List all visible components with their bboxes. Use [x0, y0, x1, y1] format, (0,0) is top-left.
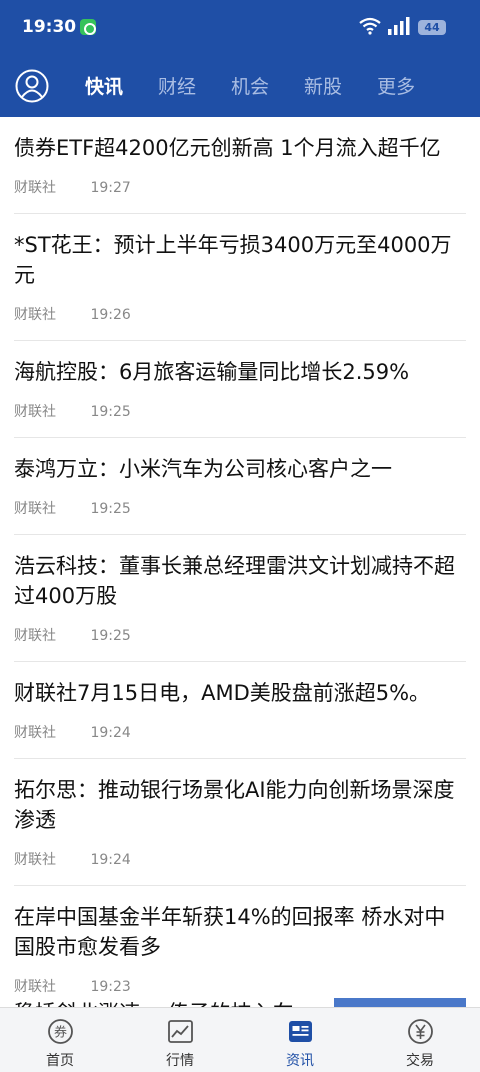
- tab-xingu[interactable]: 新股: [304, 73, 342, 101]
- news-title-partial[interactable]: 稳插斜北涨速 一传子的技入车: [14, 997, 294, 1007]
- nav-home[interactable]: 券 首页: [0, 1008, 120, 1072]
- news-meta: 财联社 19:26: [14, 304, 466, 340]
- coupon-icon: 券: [48, 1019, 73, 1044]
- nav-news[interactable]: 资讯: [240, 1008, 360, 1072]
- news-time: 19:25: [90, 404, 131, 420]
- news-item[interactable]: 财联社7月15日电，AMD美股盘前涨超5%。 财联社 19:24: [14, 662, 466, 759]
- news-title: *ST花王：预计上半年亏损3400万元至4000万元: [14, 233, 452, 287]
- news-source: 财联社: [14, 404, 56, 420]
- news-source: 财联社: [14, 852, 56, 868]
- news-meta: 财联社 19:25: [14, 625, 466, 661]
- news-title: 浩云科技：董事长兼总经理雷洪文计划减持不超过400万股: [14, 554, 455, 608]
- news-source: 财联社: [14, 307, 56, 323]
- news-meta: 财联社 19:25: [14, 498, 466, 534]
- news-thumbnail[interactable]: [334, 998, 466, 1007]
- news-source: 财联社: [14, 628, 56, 644]
- news-item[interactable]: 拓尔思：推动银行场景化AI能力向创新场景深度渗透 财联社 19:24: [14, 759, 466, 886]
- news-source: 财联社: [14, 501, 56, 517]
- news-source: 财联社: [14, 725, 56, 741]
- news-title: 财联社7月15日电，AMD美股盘前涨超5%。: [14, 681, 431, 705]
- tab-gengduo[interactable]: 更多: [377, 73, 415, 101]
- news-meta: 财联社 19:27: [14, 177, 466, 213]
- chart-icon: [168, 1020, 193, 1043]
- news-item[interactable]: 浩云科技：董事长兼总经理雷洪文计划减持不超过400万股 财联社 19:25: [14, 535, 466, 662]
- status-bar: 19:30 44: [0, 0, 480, 58]
- tab-jihui[interactable]: 机会: [231, 73, 269, 101]
- news-time: 19:24: [90, 852, 131, 868]
- news-source: 财联社: [14, 979, 56, 995]
- news-item[interactable]: 海航控股：6月旅客运输量同比增长2.59% 财联社 19:25: [14, 341, 466, 438]
- news-title: 拓尔思：推动银行场景化AI能力向创新场景深度渗透: [14, 778, 455, 832]
- news-item[interactable]: 债券ETF超4200亿元创新高 1个月流入超千亿 财联社 19:27: [14, 117, 466, 214]
- yuan-icon: [408, 1019, 433, 1044]
- news-time: 19:25: [90, 628, 131, 644]
- avatar-icon[interactable]: [15, 69, 49, 103]
- category-tabs: 快讯 财经 机会 新股 更多: [85, 73, 450, 101]
- signal-icon: [388, 17, 410, 35]
- news-time: 19:24: [90, 725, 131, 741]
- nav-market[interactable]: 行情: [120, 1008, 240, 1072]
- battery-icon: 44: [418, 20, 446, 35]
- nav-label: 交易: [406, 1053, 434, 1069]
- news-item[interactable]: 泰鸿万立：小米汽车为公司核心客户之一 财联社 19:25: [14, 438, 466, 535]
- nav-label: 资讯: [286, 1053, 314, 1069]
- news-item[interactable]: 在岸中国基金半年斩获14%的回报率 桥水对中国股市愈发看多 财联社 19:23: [14, 886, 466, 1007]
- news-title: 海航控股：6月旅客运输量同比增长2.59%: [14, 360, 410, 384]
- bottom-nav: 券 首页 行情 资讯 交易: [0, 1007, 480, 1072]
- news-meta: 财联社 19:24: [14, 849, 466, 885]
- news-source: 财联社: [14, 180, 56, 196]
- news-time: 19:25: [90, 501, 131, 517]
- tab-kuaixun[interactable]: 快讯: [85, 73, 123, 101]
- nav-trade[interactable]: 交易: [360, 1008, 480, 1072]
- svg-text:券: 券: [54, 1025, 67, 1041]
- tab-caijing[interactable]: 财经: [158, 73, 196, 101]
- news-meta: 财联社 19:25: [14, 401, 466, 437]
- news-icon: [289, 1021, 312, 1042]
- news-time: 19:26: [90, 307, 131, 323]
- news-item[interactable]: *ST花王：预计上半年亏损3400万元至4000万元 财联社 19:26: [14, 214, 466, 341]
- news-feed[interactable]: 债券ETF超4200亿元创新高 1个月流入超千亿 财联社 19:27 *ST花王…: [0, 117, 480, 1007]
- news-time: 19:27: [90, 180, 131, 196]
- news-meta: 财联社 19:24: [14, 722, 466, 758]
- news-time: 19:23: [90, 979, 131, 995]
- app-header: 19:30 44 快讯 财经 机会 新股 更多: [0, 0, 480, 117]
- nav-label: 行情: [166, 1053, 194, 1069]
- status-time: 19:30: [22, 17, 77, 37]
- notification-icon: [80, 19, 96, 35]
- news-title: 泰鸿万立：小米汽车为公司核心客户之一: [14, 457, 392, 481]
- news-title: 在岸中国基金半年斩获14%的回报率 桥水对中国股市愈发看多: [14, 905, 446, 959]
- nav-label: 首页: [46, 1053, 74, 1069]
- news-title: 债券ETF超4200亿元创新高 1个月流入超千亿: [14, 136, 441, 160]
- wifi-icon: [359, 17, 381, 35]
